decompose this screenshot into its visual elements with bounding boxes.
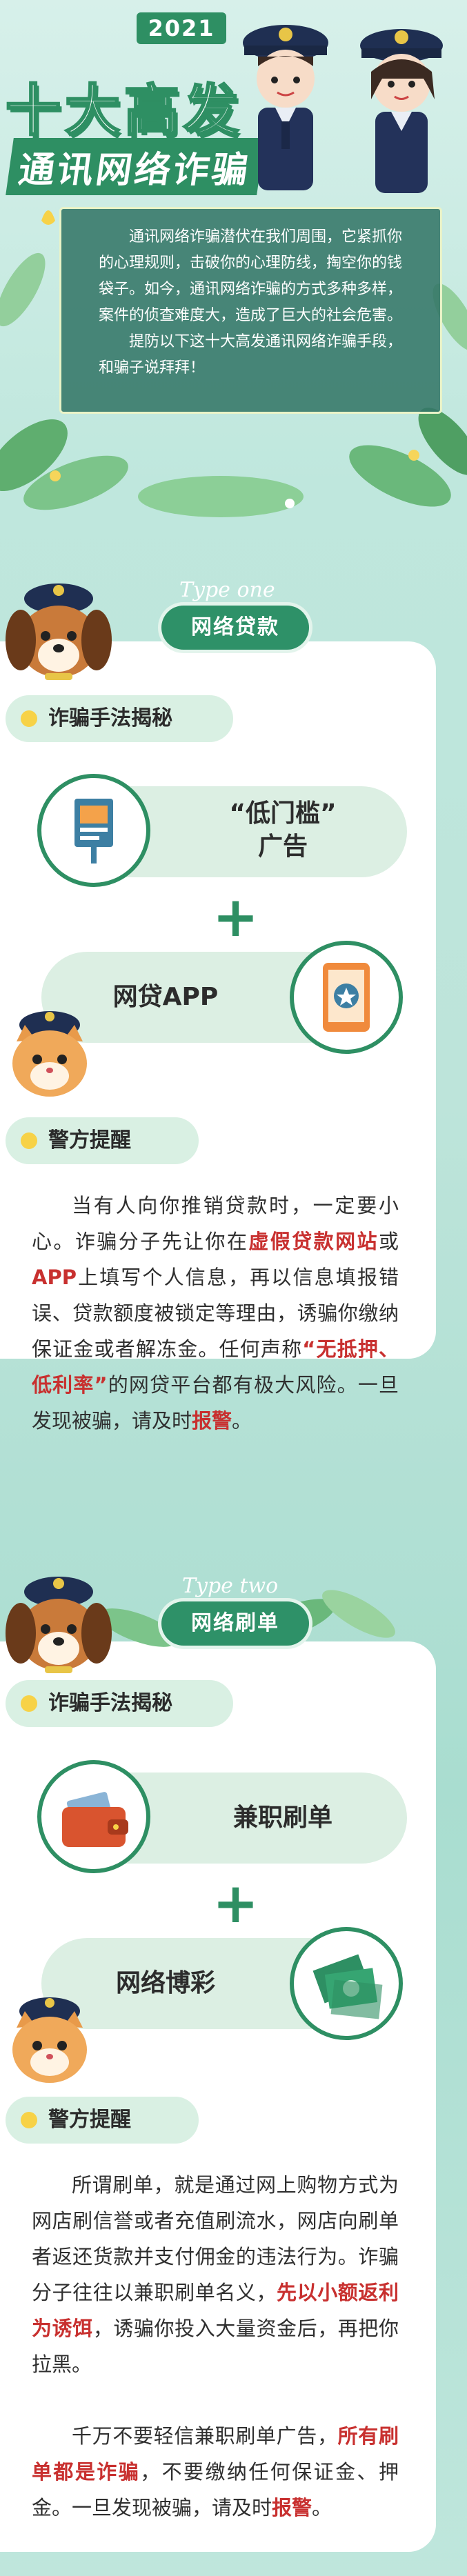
tactic-label: “低门槛” — [229, 799, 337, 828]
page-subtitle: 通讯网络诈骗 — [6, 138, 265, 195]
year-badge: 2021 — [137, 12, 226, 44]
intro-text-box: 通讯网络诈骗潜伏在我们周围，它紧抓你的心理规则，击破你的心理防线，掏空你的钱袋子… — [59, 207, 442, 414]
advice-highlight: 报警 — [272, 2496, 312, 2519]
reveal-tag-brushing: 诈骗手法揭秘 — [6, 1680, 233, 1727]
warning-tag-label: 警方提醒 — [48, 1128, 131, 1152]
advice-highlight: APP — [32, 1266, 77, 1289]
tactic-label-line2: 广告 — [257, 832, 308, 861]
tactic-label: 网贷APP — [112, 983, 219, 1011]
tablet-app-icon-circle — [290, 941, 403, 1054]
tactic-label: 网络博彩 — [115, 1969, 215, 1997]
advice-text: 。 — [312, 2496, 332, 2519]
header-banner: 2021 十大高发 通讯网络诈骗 通讯网络诈骗潜伏在我们周围，它紧抓你的心理规则… — [0, 0, 467, 524]
police-advice-brushing-2: 千万不要轻信兼职刷单广告，所有刷单都是诈骗，不要缴纳任何保证金、押金。一旦发现被… — [32, 2418, 399, 2526]
bullet-dot — [21, 710, 37, 727]
reveal-tag-label: 诈骗手法揭秘 — [48, 1691, 172, 1715]
police-cat-icon — [12, 1011, 87, 1097]
police-advice-brushing: 所谓刷单，就是通过网上购物方式为网店刷信誉或者充值刷流水，网店向刷单者返还货款并… — [32, 2167, 399, 2382]
advice-text: 或 — [378, 1230, 399, 1253]
police-dog-icon — [6, 1577, 112, 1673]
police-advice-loan: 当有人向你推销贷款时，一定要小心。诈骗分子先让你在虚假贷款网站或APP上填写个人… — [32, 1188, 399, 1439]
billboard-icon — [74, 799, 113, 863]
wallet-icon — [62, 1792, 128, 1847]
section-title-loan: 网络贷款 — [161, 606, 309, 650]
police-officer-female-icon — [360, 29, 443, 193]
reveal-tag-label: 诈骗手法揭秘 — [48, 706, 172, 730]
plus-sign: + — [212, 1871, 259, 1935]
intro-paragraph-2: 提防以下这十大高发通讯网络诈骗手段，和骗子说拜拜！ — [99, 333, 403, 377]
advice-text: 千万不要轻信兼职刷单广告， — [72, 2424, 338, 2448]
police-dog-icon — [6, 583, 112, 680]
page-title: 十大高发 — [5, 78, 243, 144]
warning-tag-label: 警方提醒 — [48, 2108, 131, 2132]
advice-highlight: 虚假贷款网站 — [248, 1230, 379, 1253]
warning-tag-loan: 警方提醒 — [6, 1117, 199, 1164]
police-officer-male-icon — [243, 25, 328, 190]
plus-sign: + — [212, 885, 259, 949]
type-two-label: Type two — [182, 1574, 279, 1598]
reveal-tag-loan: 诈骗手法揭秘 — [6, 695, 233, 742]
bullet-dot — [21, 1132, 37, 1149]
billboard-icon-circle — [37, 774, 150, 887]
bullet-dot — [21, 2112, 37, 2128]
section-title-brushing: 网络刷单 — [161, 1601, 309, 1646]
tablet-app-icon — [323, 963, 370, 1032]
warning-tag-brushing: 警方提醒 — [6, 2097, 199, 2144]
advice-highlight: 报警 — [192, 1409, 232, 1432]
money-stack-icon-circle — [290, 1927, 403, 2040]
advice-text: 。 — [232, 1409, 252, 1432]
police-cat-icon — [12, 1997, 87, 2083]
type-one-label: Type one — [179, 578, 275, 602]
tactic-label: 兼职刷单 — [232, 1804, 332, 1832]
bullet-dot — [21, 1695, 37, 1712]
intro-paragraph-1: 通讯网络诈骗潜伏在我们周围，它紧抓你的心理规则，击破你的心理防线，掏空你的钱袋子… — [99, 228, 403, 324]
wallet-icon-circle — [37, 1760, 150, 1873]
money-stack-icon — [312, 1954, 383, 2019]
